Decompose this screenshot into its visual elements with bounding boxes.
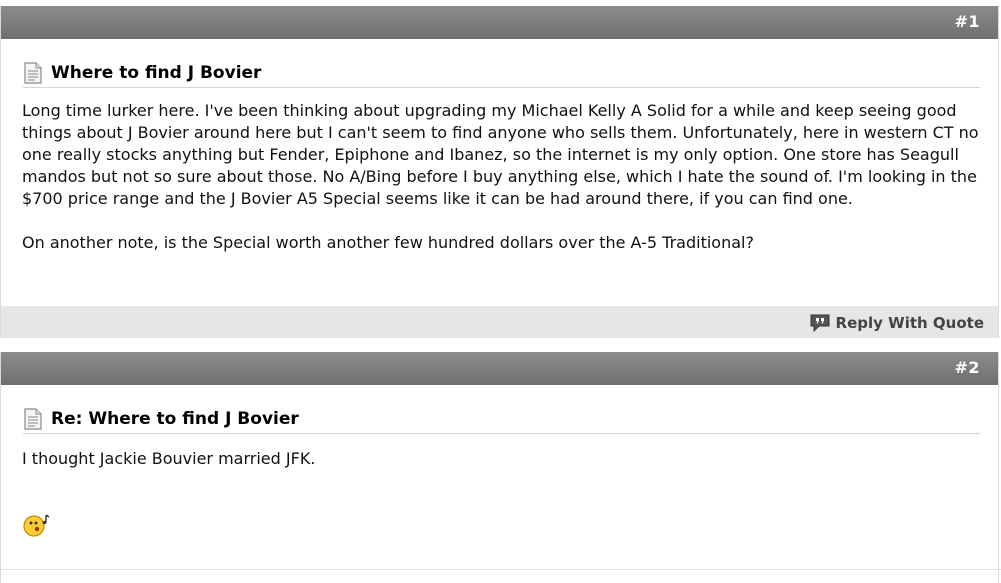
- post-footer-bar: Reply With Quote: [1, 306, 998, 338]
- post-body: I thought Jackie Bouvier married JFK.: [22, 448, 981, 470]
- post-number-link[interactable]: #2: [954, 358, 980, 377]
- post-paragraph: On another note, is the Special worth an…: [22, 233, 754, 252]
- post-header: #1: [1, 6, 998, 39]
- post-title-row: Where to find J Bovier: [23, 59, 980, 88]
- reply-with-quote-label: Reply With Quote: [835, 314, 984, 332]
- post-number-link[interactable]: #1: [954, 12, 980, 31]
- post-body: Long time lurker here. I've been thinkin…: [22, 100, 981, 254]
- whistle-smiley-icon: [23, 514, 50, 537]
- post-title: Re: Where to find J Bovier: [51, 409, 299, 429]
- post-title-row: Re: Where to find J Bovier: [23, 405, 980, 434]
- post-paragraph: I thought Jackie Bouvier married JFK.: [22, 449, 316, 468]
- quote-bubble-icon: [810, 314, 830, 332]
- document-icon: [24, 62, 42, 84]
- post-title: Where to find J Bovier: [51, 63, 262, 83]
- document-icon: [24, 408, 42, 430]
- post-paragraph: Long time lurker here. I've been thinkin…: [22, 101, 979, 208]
- post-divider: [0, 569, 1001, 570]
- reply-with-quote-button[interactable]: Reply With Quote: [810, 313, 984, 333]
- post-header: #2: [1, 352, 998, 385]
